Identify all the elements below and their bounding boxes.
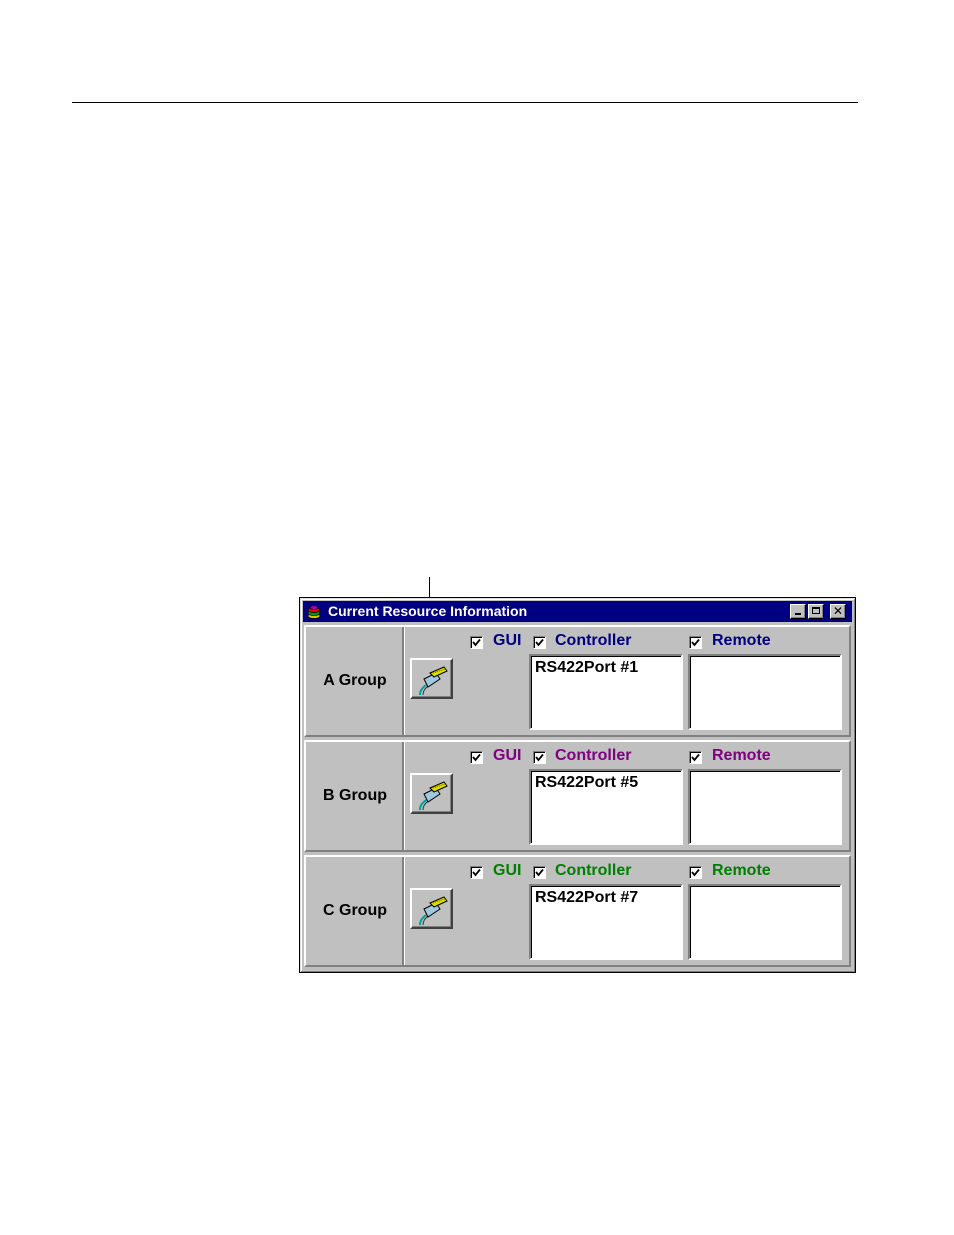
- gui-checkbox[interactable]: [470, 636, 483, 649]
- controller-label: Controller: [555, 632, 632, 649]
- group-label: A Group: [323, 672, 387, 689]
- port-connector-icon: [419, 666, 448, 696]
- port-connector-button[interactable]: [410, 658, 453, 699]
- controller-listbox[interactable]: RS422Port #5: [529, 769, 683, 845]
- group-label-cell: B Group: [306, 742, 404, 850]
- controller-listbox[interactable]: RS422Port #7: [529, 884, 683, 960]
- group-label: B Group: [323, 787, 387, 804]
- group-label-cell: C Group: [306, 857, 404, 965]
- remote-listbox[interactable]: [688, 769, 842, 845]
- port-connector-icon: [419, 781, 448, 811]
- list-item[interactable]: RS422Port #7: [535, 888, 638, 908]
- port-connector-button[interactable]: [410, 888, 453, 929]
- controller-checkbox[interactable]: [533, 866, 546, 879]
- remote-listbox[interactable]: [688, 654, 842, 730]
- title-bar[interactable]: Current Resource Information ✕: [303, 601, 852, 622]
- gui-label: GUI: [493, 862, 522, 879]
- group-label-cell: A Group: [306, 627, 404, 735]
- controller-label: Controller: [555, 747, 632, 764]
- controller-checkbox[interactable]: [533, 751, 546, 764]
- gui-checkbox[interactable]: [470, 866, 483, 879]
- window-title: Current Resource Information: [328, 603, 528, 619]
- port-connector-button[interactable]: [410, 773, 453, 814]
- close-icon[interactable]: ✕: [830, 604, 846, 619]
- remote-checkbox[interactable]: [689, 866, 702, 879]
- gui-checkbox[interactable]: [470, 751, 483, 764]
- group-row: A Group GUI Controller Remote RS422Port #1: [304, 625, 851, 737]
- controller-listbox[interactable]: RS422Port #1: [529, 654, 683, 730]
- list-item[interactable]: RS422Port #5: [535, 773, 638, 793]
- group-row: B Group GUI Controller Remote RS422Port #5: [304, 740, 851, 852]
- list-item[interactable]: RS422Port #1: [535, 658, 638, 678]
- minimize-icon[interactable]: [790, 604, 806, 619]
- remote-checkbox[interactable]: [689, 751, 702, 764]
- remote-label: Remote: [712, 632, 771, 649]
- controller-label: Controller: [555, 862, 632, 879]
- group-label: C Group: [323, 902, 387, 919]
- remote-label: Remote: [712, 862, 771, 879]
- remote-checkbox[interactable]: [689, 636, 702, 649]
- controller-checkbox[interactable]: [533, 636, 546, 649]
- resource-info-window: Current Resource Information ✕ A Group GU…: [299, 597, 856, 973]
- page-top-rule: [72, 102, 858, 103]
- gui-label: GUI: [493, 632, 522, 649]
- gui-label: GUI: [493, 747, 522, 764]
- resource-app-icon: [307, 605, 321, 619]
- port-connector-icon: [419, 896, 448, 926]
- remote-listbox[interactable]: [688, 884, 842, 960]
- group-row: C Group GUI Controller Remote RS422Port #7: [304, 855, 851, 967]
- remote-label: Remote: [712, 747, 771, 764]
- maximize-icon[interactable]: [808, 604, 824, 619]
